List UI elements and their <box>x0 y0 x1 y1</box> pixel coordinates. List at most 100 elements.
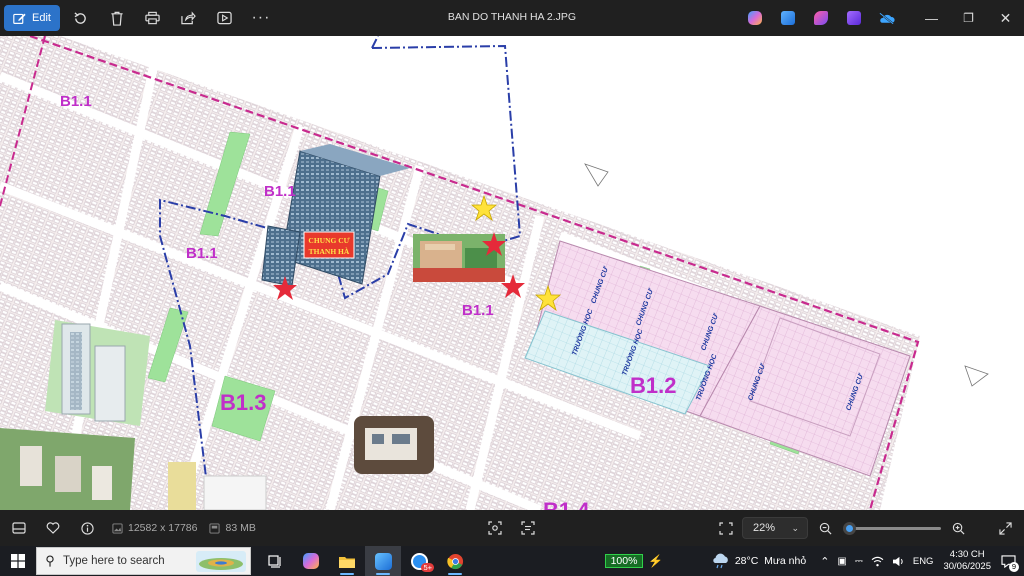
taskbar-search-box[interactable]: ⚲ Type here to search <box>36 547 251 575</box>
clock-date: 30/06/2025 <box>943 561 991 572</box>
battery-indicator[interactable]: 100% <box>605 554 643 568</box>
volume-icon[interactable] <box>888 546 909 576</box>
rotate-button[interactable] <box>66 4 96 32</box>
share-button[interactable] <box>174 4 204 32</box>
favorite-button[interactable] <box>36 510 70 546</box>
slideshow-icon <box>217 11 233 25</box>
show-hidden-icons-button[interactable]: ⌃ <box>816 546 833 576</box>
task-view-icon <box>267 554 281 568</box>
more-button[interactable]: ··· <box>246 4 276 32</box>
zoom-out-button[interactable] <box>808 510 842 546</box>
chevron-up-icon: ⌃ <box>820 555 830 568</box>
photos-taskbar-button[interactable] <box>365 546 401 576</box>
file-size-icon <box>209 522 221 534</box>
image-size-icon <box>112 522 123 534</box>
photos-icon <box>374 552 392 570</box>
chrome-button[interactable] <box>437 546 473 576</box>
meet-now-icon[interactable]: ▣ <box>833 546 850 576</box>
visual-search-button[interactable] <box>478 510 512 546</box>
block-label-b1-2: B1.2 <box>630 373 676 398</box>
zoom-value: 22% <box>753 522 776 534</box>
block-label-b1-1-towers: B1.1 <box>264 183 296 200</box>
site-plan-map: CHUNG CƯ CHUNG CƯ CHUNG CƯ CHUNG CƯ CHUN… <box>0 36 1024 510</box>
notification-center-button[interactable]: 9 <box>997 546 1024 576</box>
villa-photo <box>354 416 434 474</box>
running-indicator <box>376 573 390 575</box>
copilot-icon <box>747 11 762 25</box>
running-indicator <box>340 573 354 575</box>
start-button[interactable] <box>0 546 36 576</box>
print-icon <box>145 11 161 25</box>
block-label-b1-1-top: B1.1 <box>60 93 92 110</box>
banner-line-1: CHUNG CƯ <box>308 236 349 245</box>
delete-icon <box>111 11 123 26</box>
info-button[interactable] <box>70 510 104 546</box>
scan-text-icon <box>521 521 535 535</box>
copilot-button[interactable] <box>738 0 771 36</box>
fullscreen-button[interactable] <box>988 510 1022 546</box>
info-icon <box>80 521 94 535</box>
zoom-out-icon <box>819 522 831 534</box>
power-status-icon[interactable]: ⎓ <box>851 546 867 576</box>
fit-to-window-button[interactable] <box>709 510 743 546</box>
dimensions-text: 12582 x 17786 <box>128 522 198 534</box>
image-dimensions: 12582 x 17786 <box>112 522 197 534</box>
rain-cloud-icon <box>713 553 728 569</box>
search-placeholder: Type here to search <box>63 555 165 567</box>
search-icon: ⚲ <box>45 553 55 568</box>
clipchamp-icon <box>846 11 861 25</box>
input-language[interactable]: ENG <box>909 546 938 576</box>
clipchamp-button[interactable] <box>837 0 870 36</box>
running-indicator <box>448 573 462 575</box>
expand-icon <box>998 521 1012 535</box>
edit-icon <box>13 13 26 24</box>
windows-taskbar: ⚲ Type here to search 5+ 100% ⚡ 28°C Mưa… <box>0 546 1024 576</box>
filmstrip-button[interactable] <box>2 510 36 546</box>
share-icon <box>181 11 197 25</box>
wifi-icon <box>871 556 884 566</box>
restore-button[interactable]: ❐ <box>950 0 987 36</box>
speaker-icon <box>892 556 903 566</box>
clock-time: 4:30 CH <box>949 549 985 560</box>
copilot-taskbar-button[interactable] <box>293 546 329 576</box>
block-label-b1-4: B1.4 <box>543 498 590 510</box>
chrome-icon <box>446 553 463 569</box>
designer-icon <box>813 11 828 25</box>
tower-photo <box>45 320 150 426</box>
file-size: 83 MB <box>209 522 256 534</box>
notification-count: 9 <box>1009 562 1019 572</box>
network-icon[interactable] <box>867 546 888 576</box>
camera-icon: ▣ <box>837 555 847 567</box>
file-explorer-button[interactable] <box>329 546 365 576</box>
battery-percent: 100% <box>610 555 638 567</box>
zoom-in-button[interactable] <box>941 510 975 546</box>
edit-button[interactable]: Edit <box>4 5 60 31</box>
zoom-in-icon <box>952 522 964 534</box>
onedrive-button[interactable] <box>870 0 903 36</box>
plug-icon: ⎓ <box>854 555 863 567</box>
image-canvas[interactable]: CHUNG CƯ CHUNG CƯ CHUNG CƯ CHUNG CƯ CHUN… <box>0 36 1024 510</box>
slideshow-button[interactable] <box>210 4 240 32</box>
zoom-slider-thumb[interactable] <box>842 522 856 535</box>
scan-text-button[interactable] <box>511 510 545 546</box>
weather-widget[interactable]: 28°C Mưa nhỏ <box>707 546 810 576</box>
task-view-button[interactable] <box>257 546 293 576</box>
rotate-icon <box>74 11 87 24</box>
print-button[interactable] <box>138 4 168 32</box>
zoom-slider[interactable] <box>842 522 941 535</box>
restore-icon: ❐ <box>963 11 974 25</box>
photos-edit-app-button[interactable] <box>771 0 804 36</box>
block-label-b1-1-left: B1.1 <box>186 245 218 262</box>
delete-button[interactable] <box>102 4 132 32</box>
taskbar-clock[interactable]: 4:30 CH 30/06/2025 <box>937 549 997 573</box>
minimize-button[interactable]: — <box>913 0 950 36</box>
close-button[interactable]: ✕ <box>987 0 1024 36</box>
chevron-down-icon: ⌄ <box>791 522 799 533</box>
filmstrip-icon <box>12 522 26 534</box>
designer-button[interactable] <box>804 0 837 36</box>
messaging-app-button[interactable]: 5+ <box>401 546 437 576</box>
charging-plug-icon: ⚡ <box>648 554 663 568</box>
onedrive-off-icon <box>879 12 895 24</box>
viewer-status-bar: 12582 x 17786 83 MB 22% ⌄ <box>0 510 1024 546</box>
zoom-select[interactable]: 22% ⌄ <box>742 517 808 539</box>
